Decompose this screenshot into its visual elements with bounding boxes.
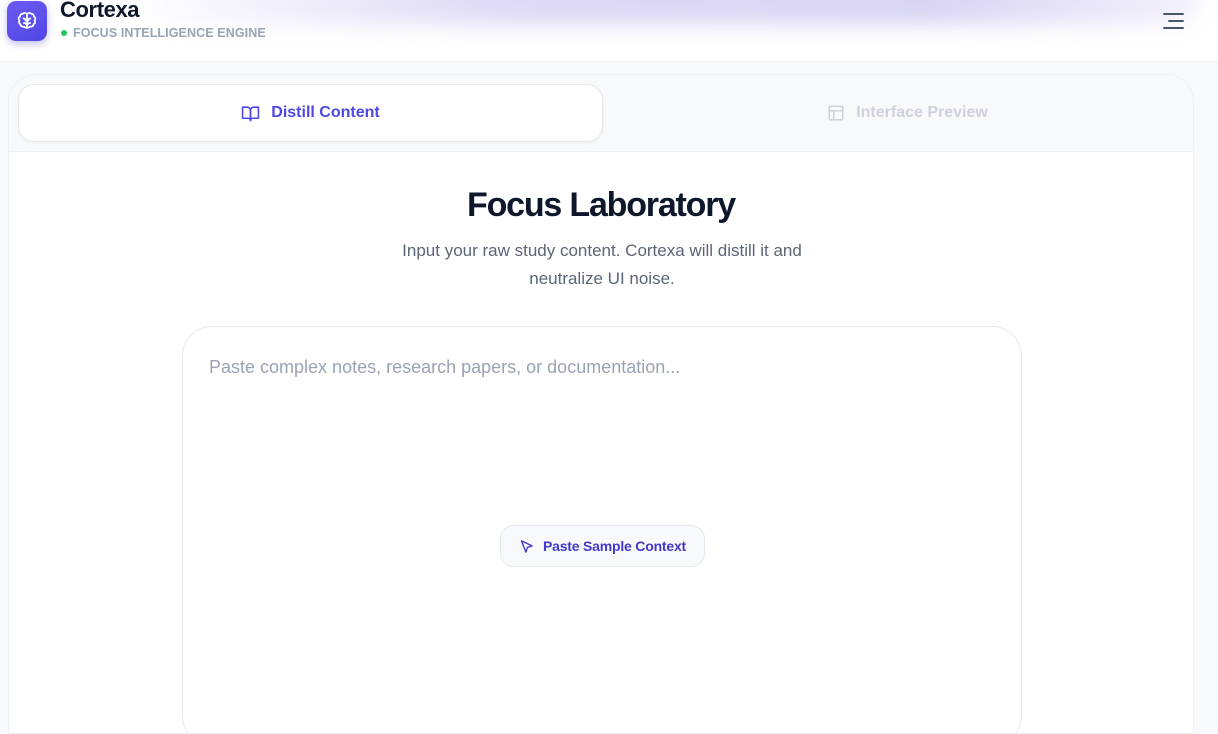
tab-label: Interface Preview bbox=[856, 104, 988, 121]
content-textarea[interactable] bbox=[209, 357, 989, 507]
header-glow bbox=[120, 0, 1200, 25]
page-subtitle: Input your raw study content. Cortexa wi… bbox=[402, 241, 802, 288]
content-input-panel: Paste Sample Context bbox=[182, 326, 1022, 733]
status-indicator-dot bbox=[61, 30, 67, 36]
menu-button[interactable] bbox=[1160, 10, 1186, 32]
page-title: Focus Laboratory bbox=[467, 186, 736, 224]
workspace-card: Distill Content Interface Preview Focus … bbox=[8, 74, 1194, 734]
app-header: Cortexa FOCUS INTELLIGENCE ENGINE bbox=[0, 0, 1218, 62]
tab-distill-content[interactable]: Distill Content bbox=[18, 84, 603, 142]
paste-sample-label: Paste Sample Context bbox=[542, 538, 687, 554]
app-logo[interactable] bbox=[7, 1, 47, 41]
status-text: FOCUS INTELLIGENCE ENGINE bbox=[73, 26, 266, 40]
engine-status: FOCUS INTELLIGENCE ENGINE bbox=[61, 26, 266, 40]
tab-label: Distill Content bbox=[271, 104, 380, 121]
book-open-icon bbox=[241, 104, 260, 123]
brain-icon bbox=[16, 10, 38, 32]
cursor-pointer-icon bbox=[519, 539, 534, 554]
app-name: Cortexa bbox=[60, 0, 140, 22]
tab-interface-preview[interactable]: Interface Preview bbox=[609, 84, 1193, 142]
tab-bar: Distill Content Interface Preview bbox=[9, 75, 1193, 152]
paste-sample-button[interactable]: Paste Sample Context bbox=[500, 525, 705, 567]
menu-lines-icon bbox=[1161, 11, 1185, 31]
layout-icon bbox=[827, 104, 845, 122]
